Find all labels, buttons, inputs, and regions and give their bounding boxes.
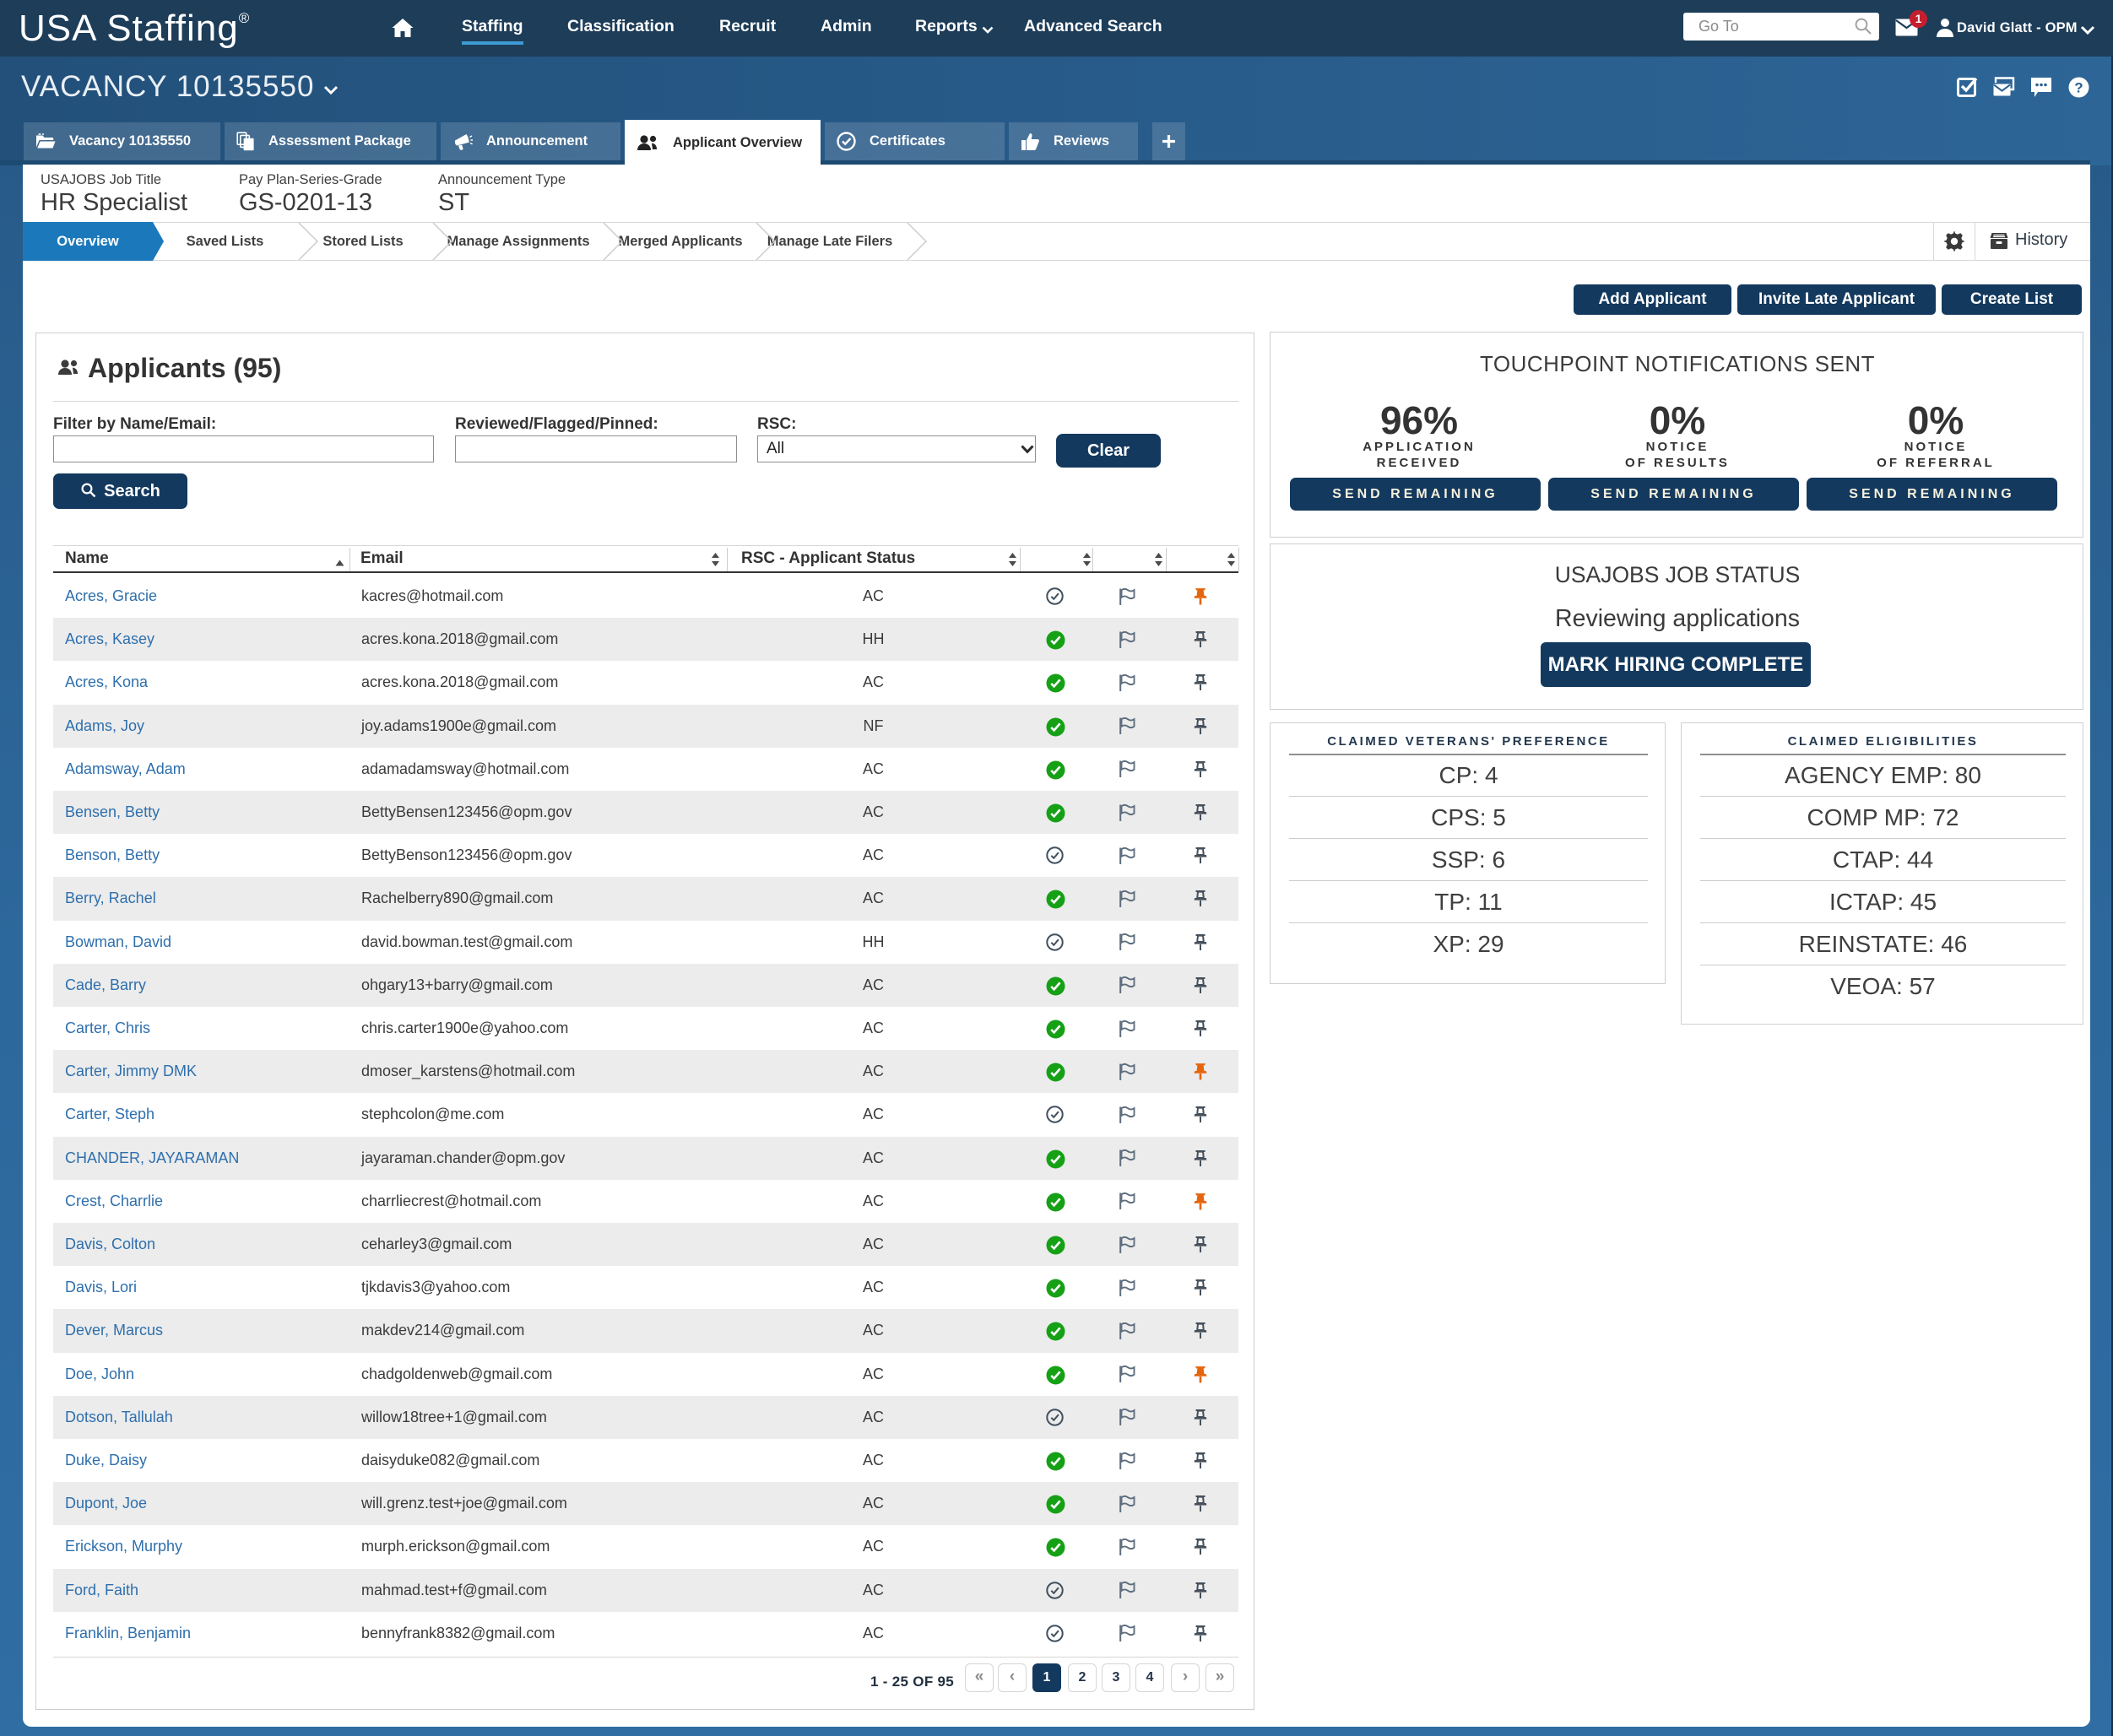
svg-text:?: ? [2074, 80, 2083, 96]
